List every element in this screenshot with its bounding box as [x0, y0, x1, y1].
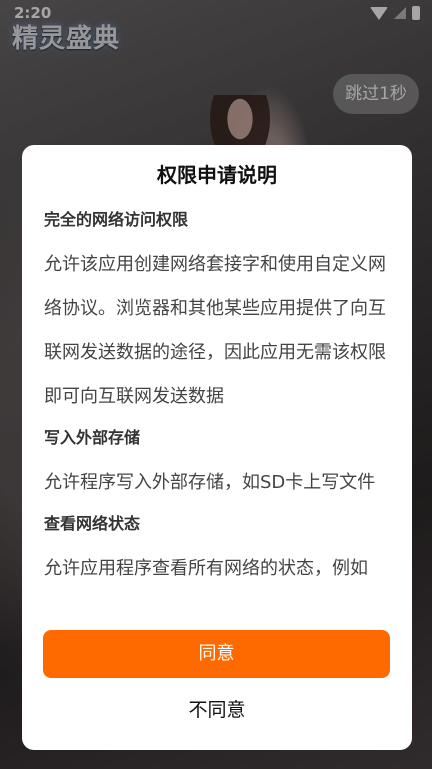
permission-list[interactable]: 完全的网络访问权限 允许该应用创建网络套接字和使用自定义网络协议。浏览器和其他某… — [44, 201, 392, 621]
permission-title: 完全的网络访问权限 — [44, 210, 189, 229]
permission-item-network: 完全的网络访问权限 允许该应用创建网络套接字和使用自定义网络协议。浏览器和其他某… — [44, 207, 392, 419]
permission-dialog: 权限申请说明 完全的网络访问权限 允许该应用创建网络套接字和使用自定义网络协议。… — [22, 145, 412, 750]
permission-title: 写入外部存储 — [44, 428, 141, 447]
permission-description: 允许应用程序查看所有网络的状态，例如 — [44, 558, 368, 579]
agree-button[interactable]: 同意 — [43, 630, 390, 678]
permission-description: 允许程序写入外部存储，如SD卡上写文件 — [44, 472, 376, 493]
permission-item-storage: 写入外部存储 允许程序写入外部存储，如SD卡上写文件 — [44, 425, 392, 505]
dialog-title: 权限申请说明 — [157, 163, 277, 187]
permission-title: 查看网络状态 — [44, 514, 141, 533]
permission-item-network-state: 查看网络状态 允许应用程序查看所有网络的状态，例如 — [44, 511, 392, 591]
permission-description: 允许该应用创建网络套接字和使用自定义网络协议。浏览器和其他某些应用提供了向互联网… — [44, 254, 386, 407]
disagree-button[interactable]: 不同意 — [22, 695, 412, 725]
